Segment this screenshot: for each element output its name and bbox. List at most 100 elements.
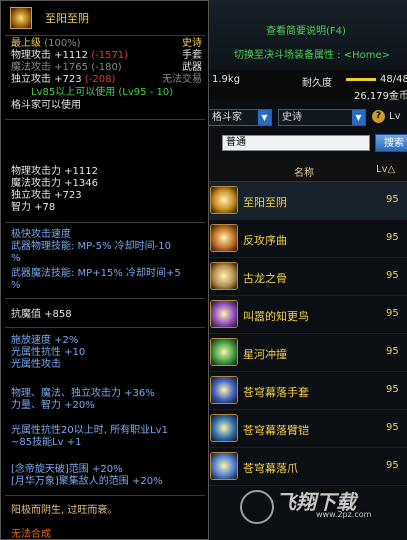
class-requirement: 格斗家可以使用 — [11, 100, 81, 111]
str-int-line: 力量、智力 +20% — [11, 400, 95, 411]
search-button[interactable]: 搜索 — [375, 134, 407, 152]
base-stat-4: 智力 +78 — [11, 202, 56, 213]
dragon-bone-icon — [210, 262, 238, 290]
watermark: 飞翔下载 www.2pz.com — [232, 486, 402, 526]
arm-guard-icon — [210, 414, 238, 442]
item-stats-bar: 1.9kg 耐久度 48/48 26,179金币 — [208, 70, 407, 102]
flavor-text: 阳极而阴生, 过旺而衰。 — [11, 505, 118, 516]
mag-attack-value: 魔法攻击 +1765 — [11, 62, 89, 73]
golden-blade-icon — [10, 7, 32, 29]
gold-amount: 26,179金币 — [354, 91, 407, 102]
tooltip-header: 至阳至阴 — [1, 1, 208, 31]
item-level: 95 — [386, 384, 399, 395]
item-level: 95 — [386, 422, 399, 433]
cross-blade-icon — [210, 224, 238, 252]
slot-main: 手套 — [182, 50, 202, 61]
item-name: 苍穹幕落臂铠 — [243, 424, 309, 437]
item-row[interactable]: 反攻序曲 95 — [208, 220, 407, 258]
grade-label: 最上级 (100%) — [11, 38, 81, 50]
gauntlet-icon — [210, 376, 238, 404]
durability-bar-fill — [346, 78, 376, 81]
divider — [5, 222, 205, 223]
class-filter-select[interactable]: 格斗家 ▼ — [208, 109, 272, 126]
panel-header: 查看简要说明(F4) 切换至决斗场装备属性 : <Home> — [208, 0, 407, 70]
light-skill-line-2: ~85技能Lv +1 — [11, 437, 82, 448]
level-filter-label: Lv — [389, 111, 401, 122]
mag-skill-line-2: % — [11, 280, 21, 291]
chevron-down-icon[interactable]: ▼ — [258, 110, 271, 125]
grade-name: 最上级 — [11, 38, 41, 49]
star-staff-icon — [210, 338, 238, 366]
help-icon[interactable]: ? — [372, 110, 385, 123]
bird-icon — [210, 300, 238, 328]
golden-blade-icon — [210, 186, 238, 214]
magic-resist-line: 抗魔值 +858 — [11, 309, 72, 320]
phys-attack-diff: (-1571) — [91, 50, 129, 61]
ind-attack-value: 独立攻击 +723 — [11, 74, 82, 85]
divider — [5, 495, 205, 496]
item-name: 至阳至阴 — [243, 196, 287, 209]
divider — [5, 119, 205, 120]
divider — [5, 327, 205, 328]
durability-label: 耐久度 — [302, 78, 332, 89]
phys-skill-line: 武器物理技能: MP-5% 冷却时间-10 — [11, 241, 171, 252]
weight-value: 1.9kg — [212, 74, 241, 85]
class-filter-value: 格斗家 — [212, 112, 242, 123]
light-resist-line: 光属性抗性 +10 — [11, 347, 86, 358]
item-row[interactable]: 苍穹幕落爪 95 — [208, 448, 407, 486]
item-browser-panel: 查看简要说明(F4) 切换至决斗场装备属性 : <Home> 1.9kg 耐久度… — [207, 0, 407, 540]
base-stat-2: 魔法攻击力 +1346 — [11, 178, 99, 189]
simple-desc-link[interactable]: 查看简要说明(F4) — [266, 22, 346, 37]
item-row[interactable]: 苍穹幕落臂铠 95 — [208, 410, 407, 448]
search-input[interactable]: 普通 — [222, 135, 370, 151]
item-name: 苍穹幕落爪 — [243, 462, 298, 475]
item-name: 反攻序曲 — [243, 234, 287, 247]
base-stat-1: 物理攻击力 +1112 — [11, 166, 99, 177]
mag-attack-line: 魔法攻击 +1765 (-180) — [11, 62, 122, 74]
range-line-1: [念帝旋天破]范围 +20% — [11, 464, 123, 475]
claw-icon — [210, 452, 238, 480]
attack-bonus-line: 物理、魔法、独立攻击力 +36% — [11, 388, 155, 399]
ind-attack-line: 独立攻击 +723 (-208) — [11, 74, 115, 86]
chevron-down-icon[interactable]: ▼ — [352, 110, 365, 125]
item-row[interactable]: 苍穹幕落手套 95 — [208, 372, 407, 410]
watermark-url: www.2pz.com — [316, 510, 372, 519]
item-level: 95 — [386, 308, 399, 319]
range-line-2: [月华万象]聚集敌人的范围 +20% — [11, 476, 163, 487]
item-level: 95 — [386, 232, 399, 243]
trade-status: 无法交易 — [162, 74, 202, 85]
duel-stats-link[interactable]: 切换至决斗场装备属性 : <Home> — [234, 46, 390, 61]
item-level: 95 — [386, 346, 399, 357]
light-attack-line: 光属性攻击 — [11, 359, 61, 370]
item-row[interactable]: 星河冲撞 95 — [208, 334, 407, 372]
phys-skill-line-2: % — [11, 253, 21, 264]
item-list: 至阳至阴 95 反攻序曲 95 古龙之骨 95 叫嚣的知更鸟 95 星河冲撞 95 苍穹幕落手套 95… — [208, 182, 407, 486]
item-name: 古龙之骨 — [243, 272, 287, 285]
light-skill-line: 光属性抗性20以上时, 所有职业Lv1 — [11, 425, 168, 436]
item-tooltip: 至阳至阴 最上级 (100%) 史诗 物理攻击 +1112 (-1571) 手套… — [0, 0, 209, 540]
rarity-filter-select[interactable]: 史诗 ▼ — [278, 109, 366, 126]
phys-attack-line: 物理攻击 +1112 (-1571) — [11, 50, 128, 62]
item-table-header: 名称 Lv△ — [208, 160, 407, 182]
item-level: 95 — [386, 194, 399, 205]
craft-status: 无法合成 — [11, 529, 51, 540]
cast-speed-line: 施放速度 +2% — [11, 335, 79, 346]
item-row[interactable]: 至阳至阴 95 — [208, 182, 407, 220]
item-level: 95 — [386, 270, 399, 281]
attack-speed-line: 极快攻击速度 — [11, 229, 71, 240]
durability-bar — [346, 78, 376, 81]
mag-attack-diff: (-180) — [91, 62, 122, 73]
item-row[interactable]: 叫嚣的知更鸟 95 — [208, 296, 407, 334]
rarity-filter-value: 史诗 — [282, 112, 302, 123]
slot-type: 武器 — [182, 62, 202, 73]
item-row[interactable]: 古龙之骨 95 — [208, 258, 407, 296]
column-level-header[interactable]: Lv△ — [376, 164, 395, 175]
grade-percent: (100%) — [44, 38, 81, 49]
item-level: 95 — [386, 460, 399, 471]
column-name-header[interactable]: 名称 — [294, 164, 314, 179]
divider — [5, 298, 205, 299]
item-name: 星河冲撞 — [243, 348, 287, 361]
item-name: 叫嚣的知更鸟 — [243, 310, 309, 323]
base-stat-3: 独立攻击 +723 — [11, 190, 82, 201]
rarity-label: 史诗 — [182, 38, 202, 49]
